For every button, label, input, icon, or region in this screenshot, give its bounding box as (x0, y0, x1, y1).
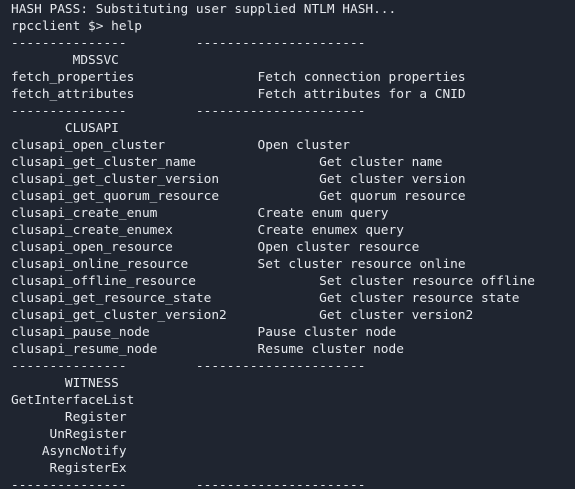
command-row-online-resource: clusapi_online_resource Set cluster reso… (11, 257, 466, 272)
command-row-fetch-attributes: fetch_attributes Fetch attributes for a … (11, 87, 466, 102)
command-row-get-quorum-resource: clusapi_get_quorum_resource Get quorum r… (11, 189, 466, 204)
command-row-register-ex: RegisterEx (11, 461, 127, 476)
command-row-get-cluster-name: clusapi_get_cluster_name Get cluster nam… (11, 155, 443, 170)
separator-line: --------------- ---------------------- (11, 478, 366, 489)
command-row-create-enumex: clusapi_create_enumex Create enumex quer… (11, 223, 404, 238)
terminal-prompt-help: rpcclient $> help (11, 19, 142, 34)
command-row-pause-node: clusapi_pause_node Pause cluster node (11, 325, 397, 340)
command-row-open-cluster: clusapi_open_cluster Open cluster (11, 138, 350, 153)
section-header-mdssvc: MDSSVC (11, 53, 119, 68)
section-header-witness: WITNESS (11, 376, 119, 391)
section-header-clusapi: CLUSAPI (11, 121, 119, 136)
separator-line: --------------- ---------------------- (11, 104, 366, 119)
terminal-line-hash-pass: HASH PASS: Substituting user supplied NT… (11, 2, 397, 17)
separator-line: --------------- ---------------------- (11, 36, 366, 51)
command-row-register: Register (11, 410, 127, 425)
command-row-fetch-properties: fetch_properties Fetch connection proper… (11, 70, 466, 85)
terminal-window[interactable]: HASH PASS: Substituting user supplied NT… (0, 0, 575, 489)
command-row-get-cluster-version: clusapi_get_cluster_version Get cluster … (11, 172, 466, 187)
command-row-open-resource: clusapi_open_resource Open cluster resou… (11, 240, 420, 255)
command-row-get-cluster-version2: clusapi_get_cluster_version2 Get cluster… (11, 308, 474, 323)
command-row-resume-node: clusapi_resume_node Resume cluster node (11, 342, 404, 357)
command-row-get-interface-list: GetInterfaceList (11, 393, 135, 408)
command-row-unregister: UnRegister (11, 427, 127, 442)
command-row-get-resource-state: clusapi_get_resource_state Get cluster r… (11, 291, 520, 306)
command-row-async-notify: AsyncNotify (11, 444, 127, 459)
command-row-create-enum: clusapi_create_enum Create enum query (11, 206, 389, 221)
separator-line: --------------- ---------------------- (11, 359, 366, 374)
command-row-offline-resource: clusapi_offline_resource Set cluster res… (11, 274, 535, 289)
